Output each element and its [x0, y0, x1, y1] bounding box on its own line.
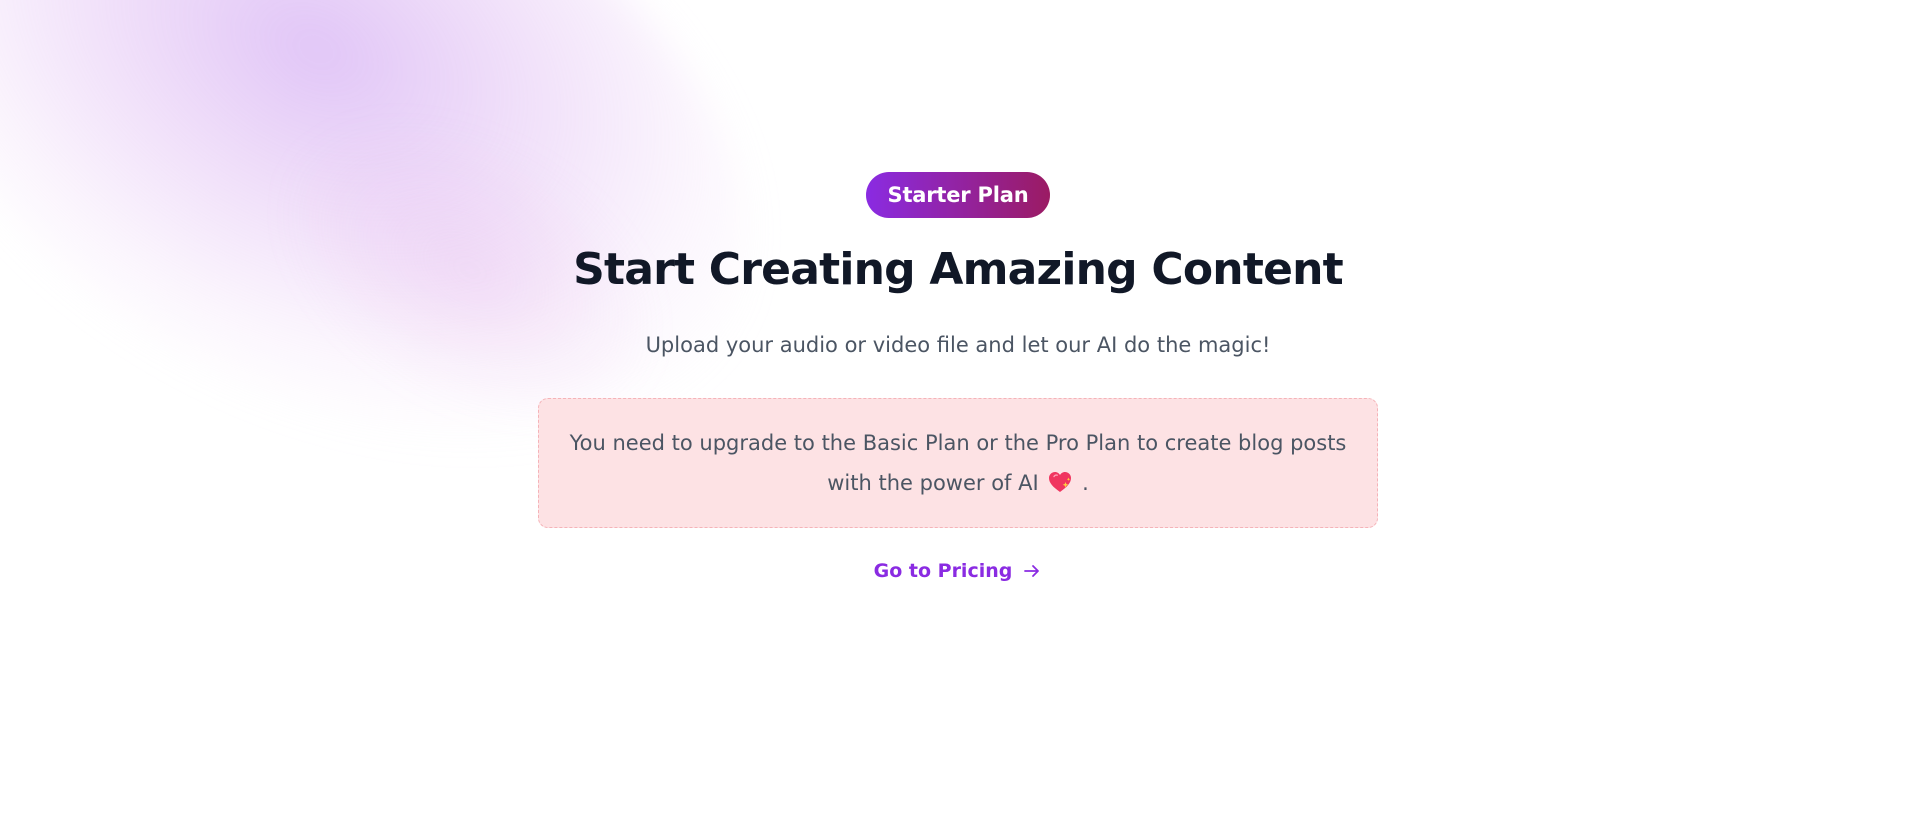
upgrade-notice-text: You need to upgrade to the Basic Plan or… — [569, 430, 1347, 495]
plan-badge: Starter Plan — [865, 172, 1051, 218]
upgrade-notice-suffix: . — [1082, 470, 1089, 495]
page: Starter Plan Start Creating Amazing Cont… — [0, 0, 1916, 839]
page-title: Start Creating Amazing Content — [573, 244, 1344, 295]
upgrade-notice: You need to upgrade to the Basic Plan or… — [538, 397, 1378, 528]
go-to-pricing-label: Go to Pricing — [873, 559, 1013, 582]
arrow-right-icon — [1024, 564, 1040, 577]
main-content: Starter Plan Start Creating Amazing Cont… — [0, 0, 1916, 582]
go-to-pricing-link[interactable]: Go to Pricing — [874, 560, 1043, 582]
page-subtitle: Upload your audio or video file and let … — [645, 333, 1271, 358]
sparkling-heart-icon — [1049, 471, 1072, 492]
